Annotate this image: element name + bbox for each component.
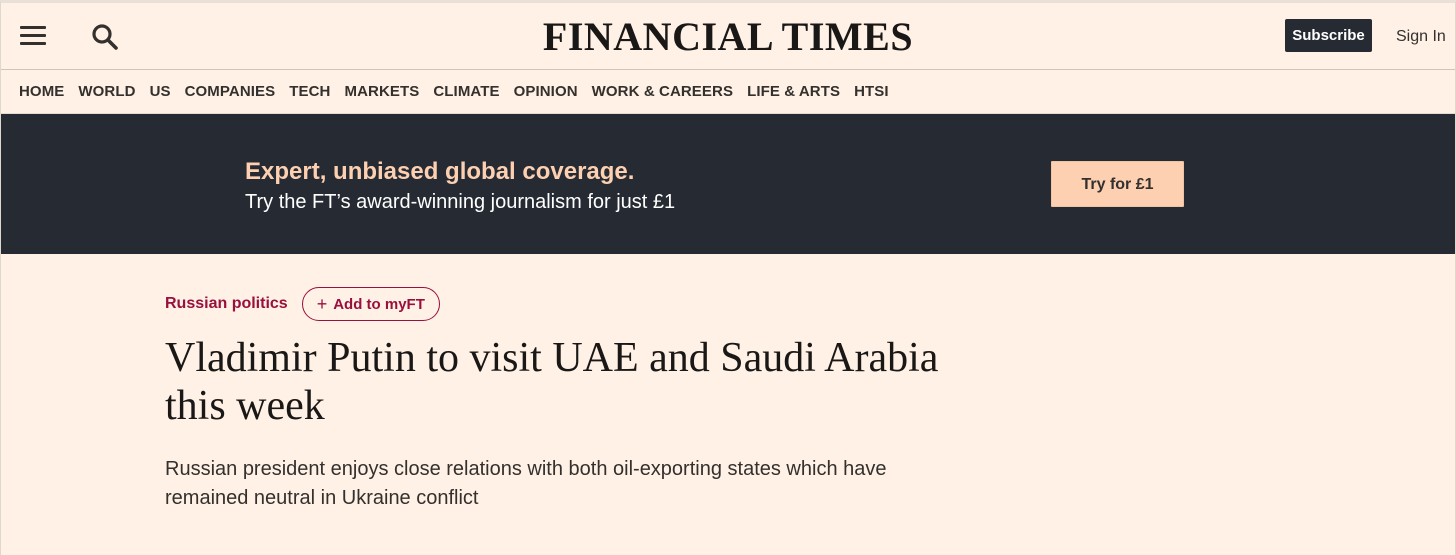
- nav-item-htsi[interactable]: HTSI: [854, 83, 889, 100]
- nav-item-opinion[interactable]: OPINION: [514, 83, 578, 100]
- topic-row: Russian politics + Add to myFT: [165, 287, 440, 321]
- article-standfirst: Russian president enjoys close relations…: [165, 458, 887, 509]
- plus-icon: +: [316, 294, 328, 314]
- subscribe-button[interactable]: Subscribe: [1285, 19, 1372, 52]
- add-to-myft-button[interactable]: + Add to myFT: [301, 287, 440, 321]
- promo-headline: Expert, unbiased global coverage.: [245, 158, 635, 185]
- sign-in-link[interactable]: Sign In: [1396, 28, 1446, 46]
- page: FINANCIAL TIMES Subscribe Sign In HOME W…: [0, 0, 1456, 555]
- nav-item-tech[interactable]: TECH: [289, 83, 330, 100]
- article-header: Russian politics + Add to myFT Vladimir …: [1, 254, 1455, 554]
- main-nav: HOME WORLD US COMPANIES TECH MARKETS CLI…: [1, 70, 1455, 114]
- add-to-myft-label: Add to myFT: [333, 295, 425, 313]
- site-logo: FINANCIAL TIMES: [1, 15, 1455, 59]
- nav-item-us[interactable]: US: [150, 83, 171, 100]
- site-logo-link[interactable]: FINANCIAL TIMES: [543, 15, 913, 59]
- nav-item-world[interactable]: WORLD: [78, 83, 135, 100]
- promo-banner: Expert, unbiased global coverage. Try th…: [1, 114, 1455, 254]
- nav-item-climate[interactable]: CLIMATE: [433, 83, 499, 100]
- site-header: FINANCIAL TIMES Subscribe Sign In: [1, 3, 1455, 70]
- article-headline: Vladimir Putin to visit UAE and Saudi Ar…: [165, 335, 939, 429]
- nav-item-life-arts[interactable]: LIFE & ARTS: [747, 83, 840, 100]
- try-offer-button[interactable]: Try for £1: [1051, 161, 1184, 207]
- topic-link[interactable]: Russian politics: [165, 295, 288, 313]
- nav-item-markets[interactable]: MARKETS: [344, 83, 419, 100]
- nav-item-home[interactable]: HOME: [19, 83, 64, 100]
- promo-subtext: Try the FT’s award-winning journalism fo…: [245, 191, 676, 213]
- nav-item-companies[interactable]: COMPANIES: [185, 83, 276, 100]
- nav-item-work-careers[interactable]: WORK & CAREERS: [592, 83, 733, 100]
